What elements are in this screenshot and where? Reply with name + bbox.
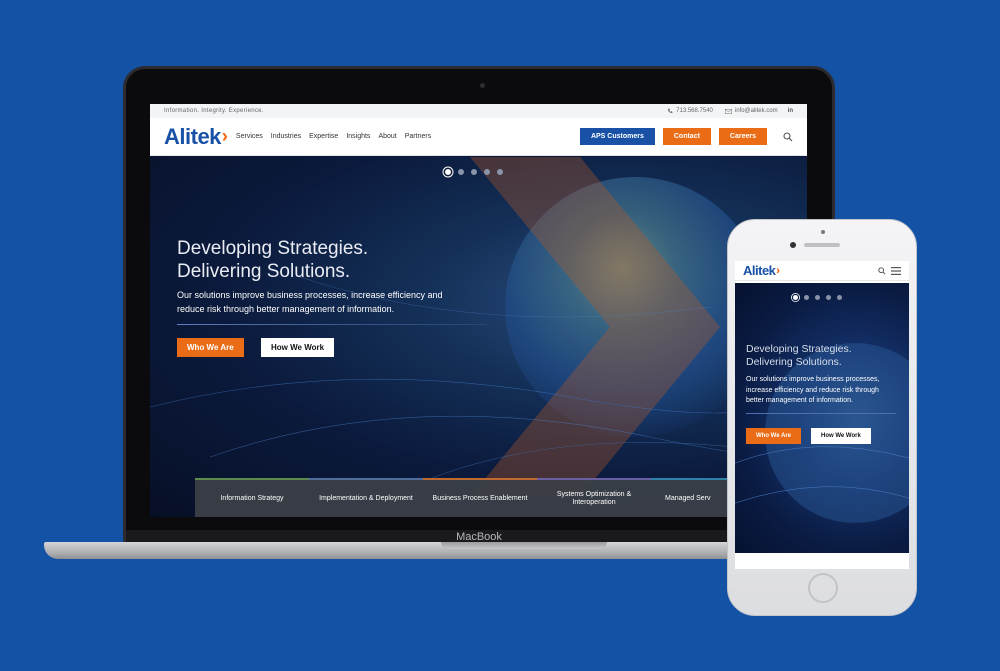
- mobile-how-we-work-button[interactable]: How We Work: [811, 428, 871, 444]
- how-we-work-button[interactable]: How We Work: [261, 338, 335, 357]
- utility-bar: Information. Integrity. Experience. 713.…: [150, 104, 807, 118]
- desktop-website: Information. Integrity. Experience. 713.…: [150, 104, 807, 517]
- nav-menu: Services Industries Expertise Insights A…: [236, 133, 572, 140]
- mobile-slide-dot-4[interactable]: [826, 295, 831, 300]
- slide-dot-5[interactable]: [497, 169, 503, 175]
- front-sensor: [821, 230, 825, 234]
- service-information-strategy[interactable]: Information Strategy: [195, 478, 309, 517]
- hamburger-menu-icon[interactable]: [891, 266, 901, 275]
- slide-dot-2[interactable]: [458, 169, 464, 175]
- slide-dot-1[interactable]: [445, 169, 451, 175]
- nav-insights[interactable]: Insights: [346, 133, 370, 140]
- network-lines-graphic: [150, 276, 807, 488]
- camera: [480, 83, 485, 88]
- nav-services[interactable]: Services: [236, 133, 263, 140]
- phone-speaker: [804, 243, 840, 247]
- laptop-notch: [441, 542, 607, 549]
- mobile-globe-graphic: [735, 343, 909, 523]
- iphone-device: Alitek ›› Developing Strategies. Deliv: [727, 219, 917, 616]
- service-implementation[interactable]: Implementation & Deployment: [309, 478, 423, 517]
- email-address: info@alitek.com: [734, 108, 778, 114]
- nav-partners[interactable]: Partners: [405, 133, 431, 140]
- contact-button[interactable]: Contact: [662, 128, 711, 145]
- mobile-slide-dot-5[interactable]: [837, 295, 842, 300]
- aps-customers-button[interactable]: APS Customers: [579, 128, 655, 145]
- mobile-slide-dot-1[interactable]: [793, 295, 798, 300]
- tagline: Information. Integrity. Experience.: [164, 108, 264, 114]
- mobile-bottom-strip: [735, 553, 909, 569]
- mobile-who-we-are-button[interactable]: Who We Are: [746, 428, 802, 444]
- nav-industries[interactable]: Industries: [271, 133, 301, 140]
- logo-text: Alitek: [164, 123, 221, 149]
- mobile-hero-title-line1: Developing Strategies.: [746, 343, 852, 355]
- mobile-alitek-logo[interactable]: Alitek ››: [743, 263, 878, 278]
- home-button[interactable]: [808, 573, 838, 603]
- who-we-are-button[interactable]: Who We Are: [177, 338, 244, 357]
- mobile-navbar: Alitek ››: [735, 261, 909, 281]
- service-business-process[interactable]: Business Process Enablement: [423, 478, 537, 517]
- nav-about[interactable]: About: [378, 133, 396, 140]
- linkedin-icon[interactable]: in: [788, 108, 793, 114]
- mobile-hero: Developing Strategies. Delivering Soluti…: [735, 283, 909, 553]
- main-navbar: Alitek ›› Services Industries Expertise …: [150, 118, 807, 156]
- hero-title-line1: Developing Strategies.: [177, 238, 369, 259]
- hero-banner: Developing Strategies. Delivering Soluti…: [150, 157, 807, 517]
- mail-icon: [724, 108, 732, 114]
- mobile-search-icon[interactable]: [878, 266, 886, 275]
- mobile-slide-dot-3[interactable]: [815, 295, 820, 300]
- services-bar: Information Strategy Implementation & De…: [195, 478, 807, 517]
- careers-button[interactable]: Careers: [718, 128, 767, 145]
- hero-title-line2: Delivering Solutions.: [177, 261, 351, 282]
- alitek-logo[interactable]: Alitek ››: [164, 123, 228, 150]
- search-icon[interactable]: [783, 131, 793, 142]
- phone-link[interactable]: 713.568.7540: [667, 108, 713, 114]
- slider-dots: [445, 169, 503, 175]
- slide-dot-4[interactable]: [484, 169, 490, 175]
- email-link[interactable]: info@alitek.com: [724, 108, 778, 114]
- hero-lead: Our solutions improve business processes…: [177, 290, 443, 314]
- hero-title: Developing Strategies. Delivering Soluti…: [177, 237, 368, 283]
- mobile-hero-title-line2: Delivering Solutions.: [746, 356, 842, 368]
- front-camera: [790, 242, 796, 248]
- mobile-slide-dot-2[interactable]: [804, 295, 809, 300]
- mobile-hero-lead: Our solutions improve business processes…: [746, 376, 880, 404]
- nav-expertise[interactable]: Expertise: [309, 133, 338, 140]
- phone-icon: [668, 108, 673, 114]
- slide-dot-3[interactable]: [471, 169, 477, 175]
- mobile-slider-dots: [793, 295, 842, 300]
- hero-divider: [177, 324, 487, 325]
- service-systems-optimization[interactable]: Systems Optimization & Interoperation: [537, 478, 651, 517]
- mobile-logo-text: Alitek: [743, 263, 776, 278]
- mobile-hero-title: Developing Strategies. Delivering Soluti…: [746, 343, 852, 369]
- mobile-hero-divider: [746, 413, 896, 414]
- phone-number: 713.568.7540: [676, 108, 713, 114]
- mobile-website: Alitek ›› Developing Strategies. Deliv: [735, 261, 909, 569]
